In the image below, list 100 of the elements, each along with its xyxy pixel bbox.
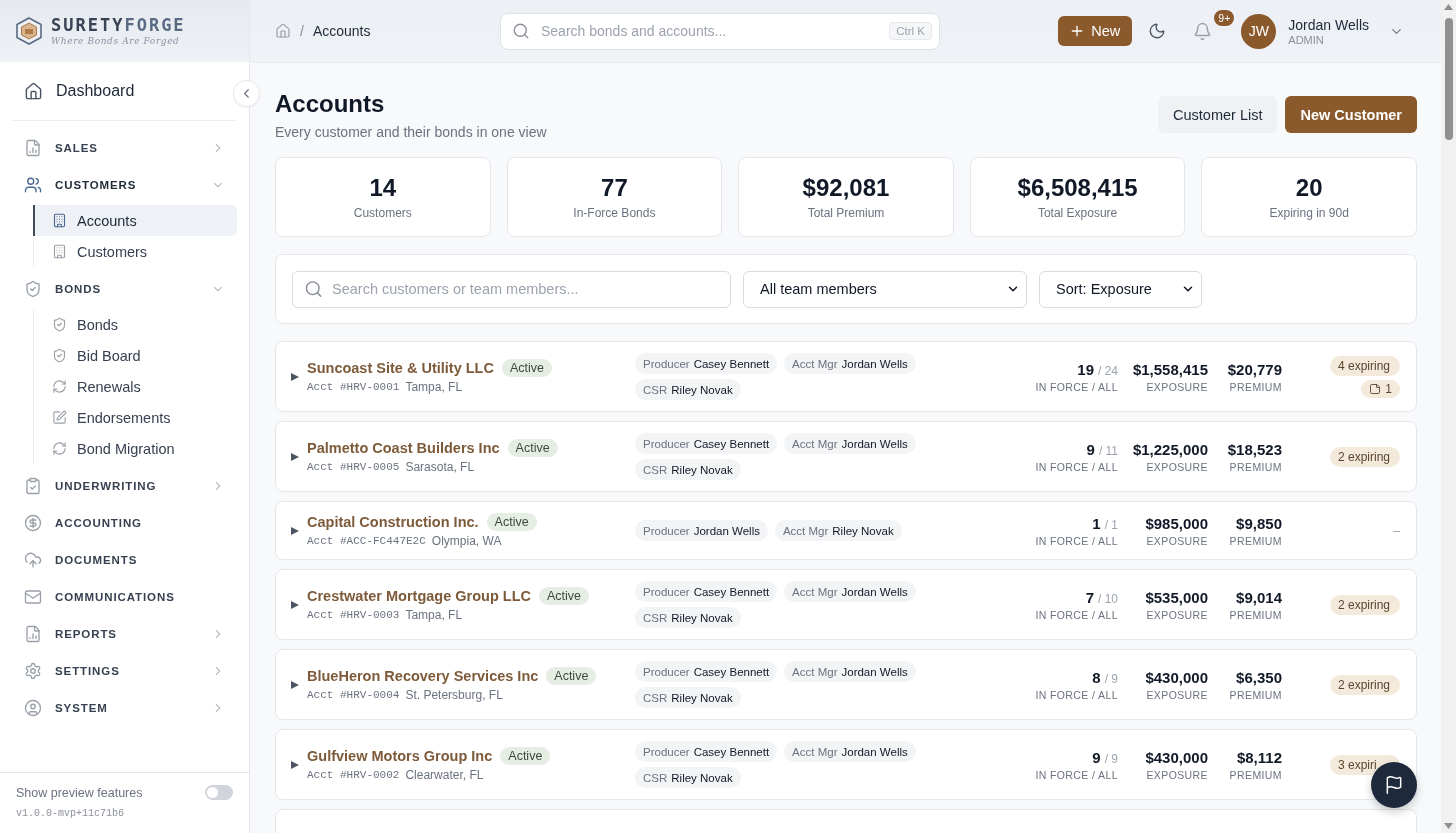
shield-check-icon (52, 317, 67, 332)
account-number: Acct #HRV-0002 (307, 769, 400, 781)
nav-item[interactable]: Renewals (33, 371, 237, 402)
expand-triangle-icon[interactable] (291, 452, 299, 461)
account-name[interactable]: BlueHeron Recovery Services Inc (307, 668, 539, 684)
breadcrumb-separator: / (300, 23, 304, 39)
version-label: v1.0.0-mvp+11c71b6 (16, 808, 126, 819)
home-icon[interactable] (275, 23, 291, 39)
scrollbar-thumb[interactable] (1444, 18, 1453, 140)
team-member-chip: CSR Riley Novak (635, 607, 741, 628)
flag-icon (1384, 775, 1404, 795)
stat-label: In-Force Bonds (573, 206, 656, 220)
new-customer-button[interactable]: New Customer (1285, 96, 1417, 133)
premium-value: $6,350 (1236, 668, 1282, 686)
bond-count: 7 / 10 (1085, 588, 1118, 606)
account-number: Acct #HRV-0004 (307, 689, 400, 701)
account-card[interactable]: Gulfview Motors Group Inc Active Acct #HRV-0002 Clearwater, FL Producer Casey Bennett Acct Mgr Jordan Wells CSR Riley Novak 9 / 9 IN FORCE / ALL $430,000 EXPOSURE $8,112 PREMIUM 3 expiri (275, 729, 1417, 800)
nav-section[interactable]: SETTINGS (12, 652, 237, 689)
preview-toggle[interactable] (205, 785, 233, 800)
preview-features-label: Show preview features (16, 785, 143, 800)
customer-list-button[interactable]: Customer List (1158, 96, 1278, 133)
nav-section[interactable]: ACCOUNTING (12, 504, 237, 541)
account-number: Acct #ACC-FC447E2C (307, 535, 426, 547)
team-member-chip: Producer Jordan Wells (635, 520, 768, 541)
nav-section[interactable]: SALES (12, 129, 237, 166)
clipboard-check-icon (24, 476, 42, 495)
exposure-value: $535,000 (1145, 588, 1208, 606)
users-icon (24, 175, 42, 194)
exposure-value: $1,558,415 (1132, 360, 1208, 378)
expand-triangle-icon[interactable] (291, 600, 299, 609)
status-badge: Active (500, 747, 551, 765)
nav-item[interactable]: Endorsements (33, 402, 237, 433)
stat-label: IN FORCE / ALL (1035, 768, 1118, 781)
account-name[interactable]: Suncoast Site & Utility LLC (307, 360, 494, 376)
stat-label: PREMIUM (1229, 460, 1282, 473)
nav-section[interactable]: BONDS (12, 270, 237, 307)
nav-section[interactable]: CUSTOMERS (12, 166, 237, 203)
expand-triangle-icon[interactable] (291, 680, 299, 689)
account-name[interactable]: Capital Construction Inc. (307, 514, 479, 530)
bond-count: 19 / 24 (1077, 360, 1118, 378)
empty-value: – (1393, 523, 1400, 538)
dashboard-link[interactable]: Dashboard (12, 73, 237, 109)
account-name[interactable]: Gulfview Motors Group Inc (307, 748, 493, 764)
account-location: Sarasota, FL (405, 460, 475, 474)
scrollbar[interactable] (1441, 0, 1456, 833)
stat-value: 14 (369, 174, 397, 202)
avatar-initials[interactable]: JW (1241, 13, 1277, 49)
nav-section[interactable]: SYSTEM (12, 689, 237, 726)
customer-search-field[interactable]: Search customers or team members... (292, 270, 731, 308)
exposure-value: $430,000 (1145, 668, 1208, 686)
account-card[interactable]: Crestwater Mortgage Group LLC Active Acct #HRV-0003 Tampa, FL Producer Casey Bennett Acct Mgr Jordan Wells CSR Riley Novak 7 / 10 IN FORCE / ALL $535,000 EXPOSURE $9,014 PREMIUM 2 expiring (275, 569, 1417, 640)
expand-triangle-icon[interactable] (291, 372, 299, 381)
stat-label: EXPOSURE (1146, 688, 1208, 701)
nav-item[interactable]: Bonds (33, 309, 237, 340)
notifications-button[interactable] (1192, 21, 1213, 41)
account-card[interactable]: Suncoast Site & Utility LLC Active Acct #HRV-0001 Tampa, FL Producer Casey Bennett Acct Mgr Jordan Wells CSR Riley Novak 19 / 24 IN FORCE / ALL $1,558,415 EXPOSURE $20,779 PREMIUM 4 expiring 1 (275, 341, 1417, 412)
status-badge: Active (486, 513, 537, 531)
stat-label: IN FORCE / ALL (1035, 380, 1118, 393)
stat-label: EXPOSURE (1146, 460, 1208, 473)
team-member-chip: Acct Mgr Jordan Wells (784, 433, 916, 454)
expiring-badge: 4 expiring (1330, 355, 1400, 376)
nav-section[interactable]: UNDERWRITING (12, 467, 237, 504)
cloud-upload-icon (24, 550, 42, 569)
scroll-up-icon[interactable] (1444, 4, 1453, 10)
account-location: Tampa, FL (405, 380, 463, 394)
scroll-down-icon[interactable] (1444, 823, 1453, 829)
nav-section[interactable]: REPORTS (12, 615, 237, 652)
page-subtitle: Every customer and their bonds in one view (275, 124, 547, 140)
shield-check-icon (52, 348, 67, 363)
stat-label: Expiring in 90d (1269, 206, 1349, 220)
nav-item[interactable]: Customers (33, 236, 237, 267)
logo-tagline: Where Bonds Are Forged (51, 35, 181, 46)
sort-select[interactable]: Sort: Exposure (1039, 270, 1202, 308)
stat-value: 77 (601, 174, 628, 202)
team-member-chip: CSR Riley Novak (635, 687, 741, 708)
shield-check-icon (24, 279, 42, 298)
settings-icon (24, 661, 42, 680)
new-button[interactable]: New (1058, 16, 1133, 46)
nav-section[interactable]: COMMUNICATIONS (12, 578, 237, 615)
stat-label: PREMIUM (1229, 534, 1282, 547)
nav-item[interactable]: Bid Board (33, 340, 237, 371)
nav-item[interactable]: Bond Migration (33, 433, 237, 464)
team-member-chip: Acct Mgr Jordan Wells (784, 661, 916, 682)
status-badge: Active (546, 667, 597, 685)
notes-count: 1 (1385, 381, 1392, 396)
expand-triangle-icon[interactable] (291, 760, 299, 769)
nav-item[interactable]: Accounts (33, 205, 237, 236)
account-name[interactable]: Crestwater Mortgage Group LLC (307, 588, 531, 604)
account-card[interactable]: BlueHeron Recovery Services Inc Active Acct #HRV-0004 St. Petersburg, FL Producer Casey Bennett Acct Mgr Jordan Wells CSR Riley Novak 8 / 9 IN FORCE / ALL $430,000 EXPOSURE $6,350 PREMIUM 2 expiring (275, 649, 1417, 720)
stat-label: IN FORCE / ALL (1035, 608, 1118, 621)
account-card[interactable]: Palmetto Coast Builders Inc Active Acct #HRV-0005 Sarasota, FL Producer Casey Bennett Acct Mgr Jordan Wells CSR Riley Novak 9 / 11 IN FORCE / ALL $1,225,000 EXPOSURE $18,523 PREMIUM 2 expiring (275, 421, 1417, 492)
team-member-chip: CSR Riley Novak (635, 459, 741, 480)
refresh-icon (52, 379, 67, 394)
expiring-badge: 2 expiring (1330, 674, 1400, 695)
account-name[interactable]: Palmetto Coast Builders Inc (307, 440, 500, 456)
user-name[interactable]: Jordan Wells (1288, 16, 1369, 33)
expand-triangle-icon[interactable] (291, 526, 299, 535)
account-card[interactable]: Capital Construction Inc. Active Acct #ACC-FC447E2C Olympia, WA Producer Jordan Wells Acct Mgr Riley Novak 1 / 1 IN FORCE / ALL $985,000 EXPOSURE $9,850 PREMIUM – (275, 501, 1417, 560)
team-member-select[interactable]: All team members (743, 270, 1027, 308)
nav-section[interactable]: DOCUMENTS (12, 541, 237, 578)
